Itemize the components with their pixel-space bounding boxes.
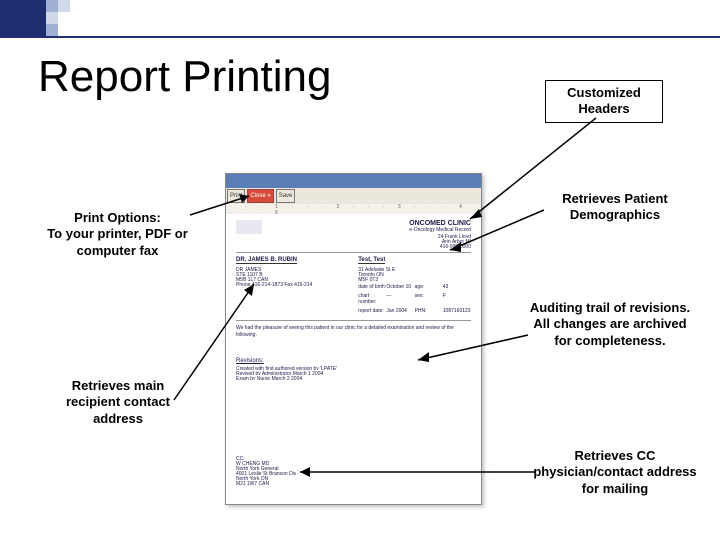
window-toolbar: Print Close » Save xyxy=(226,188,481,204)
text: Created with first authored version by '… xyxy=(236,366,471,370)
text: Retrieves main xyxy=(48,378,188,394)
accent-square xyxy=(46,0,58,12)
text: Revised by Administrator March 1 2004 xyxy=(236,371,471,375)
text: Ann Arbor MI xyxy=(409,239,471,243)
text: STE 1107 B xyxy=(236,272,349,276)
text: Phone 416-214-1873 Fax 416-214 xyxy=(236,282,349,286)
corner-accent xyxy=(0,0,46,36)
text: W CHENG MD xyxy=(236,461,296,465)
slide-title: Report Printing xyxy=(38,52,331,102)
text: CC: xyxy=(236,456,296,460)
demo-grid: report date:Jan 2004PHN:1087160123 xyxy=(358,308,471,314)
patient-name: Test, Test xyxy=(358,257,385,264)
text: To your printer, PDF or xyxy=(30,226,205,242)
annot-customized-headers: Customized Headers xyxy=(545,80,663,123)
annot-demographics: Retrieves Patient Demographics xyxy=(540,191,690,224)
text: physician/contact address xyxy=(520,464,710,480)
save-button[interactable]: Save xyxy=(276,189,296,203)
doctor-block: DR. JAMES B. RUBIN DR JAMES STE 1107 B M… xyxy=(236,257,349,314)
text: Customized Headers xyxy=(567,85,641,116)
text: 416-999-0000 xyxy=(409,244,471,248)
annot-audit: Auditing trail of revisions. All changes… xyxy=(510,300,710,349)
text: M2J 1W7 CAN xyxy=(236,481,296,485)
text: M5F 0T3 xyxy=(358,277,471,281)
accent-square xyxy=(58,0,70,12)
print-button[interactable]: Print xyxy=(227,189,245,203)
clinic-sub: e-Oncology Medical Record xyxy=(409,227,471,233)
text: 24 Frank Lloyd xyxy=(409,234,471,238)
slide: Report Printing Customized Headers Print… xyxy=(0,0,720,540)
doctor-name: DR. JAMES B. RUBIN xyxy=(236,257,297,264)
revisions-block: Revisions: Created with first authored v… xyxy=(236,357,471,380)
text: M5B 1L7 CAN xyxy=(236,277,349,281)
text: Retrieves CC xyxy=(520,448,710,464)
demo-grid: date of birth:October 10age:43 xyxy=(358,284,471,290)
report-page: ONCOMED CLINIC e-Oncology Medical Record… xyxy=(226,214,481,504)
patient-block: Test, Test 31 Adelaide St E Toronto ON M… xyxy=(358,257,471,314)
revisions-head: Revisions: xyxy=(236,358,264,364)
text: All changes are archived xyxy=(510,316,710,332)
text: Retrieves Patient Demographics xyxy=(562,191,668,222)
text: North York General xyxy=(236,466,296,470)
annot-print-options: Print Options: To your printer, PDF or c… xyxy=(30,210,205,259)
close-button[interactable]: Close » xyxy=(247,189,273,203)
text: Toronto ON xyxy=(358,272,471,276)
text: Exam by Nurse March 2 2004 xyxy=(236,376,471,380)
report-header: ONCOMED CLINIC e-Oncology Medical Record… xyxy=(236,220,471,253)
text: recipient contact xyxy=(48,394,188,410)
text: 31 Adelaide St E xyxy=(358,267,471,271)
cc-block: CC: W CHENG MD North York General 4001 L… xyxy=(236,455,296,486)
text: DR JAMES xyxy=(236,267,349,271)
text: We had the pleasure of seeing this patie… xyxy=(236,325,454,338)
text: 4001 Leslie St Branson Div xyxy=(236,471,296,475)
text: Print Options: xyxy=(30,210,205,226)
text: Auditing trail of revisions. xyxy=(510,300,710,316)
window-titlebar xyxy=(226,174,481,188)
annot-cc: Retrieves CC physician/contact address f… xyxy=(520,448,710,497)
text: address xyxy=(48,411,188,427)
clinic-name: ONCOMED CLINIC xyxy=(409,220,471,227)
accent-square xyxy=(46,24,58,36)
accent-square xyxy=(46,12,58,24)
text: North York ON xyxy=(236,476,296,480)
top-rule xyxy=(0,36,720,38)
report-columns: DR. JAMES B. RUBIN DR JAMES STE 1107 B M… xyxy=(236,257,471,314)
text: for completeness. xyxy=(510,333,710,349)
logo-icon xyxy=(236,220,262,234)
report-screenshot: Print Close » Save · · · 1 · · · 2 · · ·… xyxy=(225,173,482,505)
report-body: We had the pleasure of seeing this patie… xyxy=(236,320,471,380)
demo-grid: chart number:—sex:F xyxy=(358,293,471,305)
annot-recipient: Retrieves main recipient contact address xyxy=(48,378,188,427)
text: computer fax xyxy=(30,243,205,259)
text: for mailing xyxy=(520,481,710,497)
